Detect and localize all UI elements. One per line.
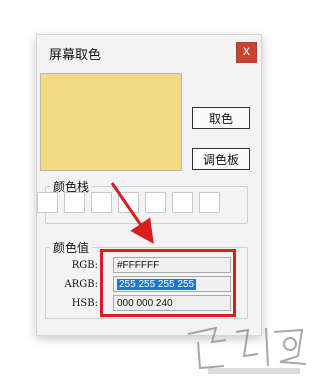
annotation-highlight-box xyxy=(100,249,236,317)
watermark-logo-icon xyxy=(187,326,307,374)
